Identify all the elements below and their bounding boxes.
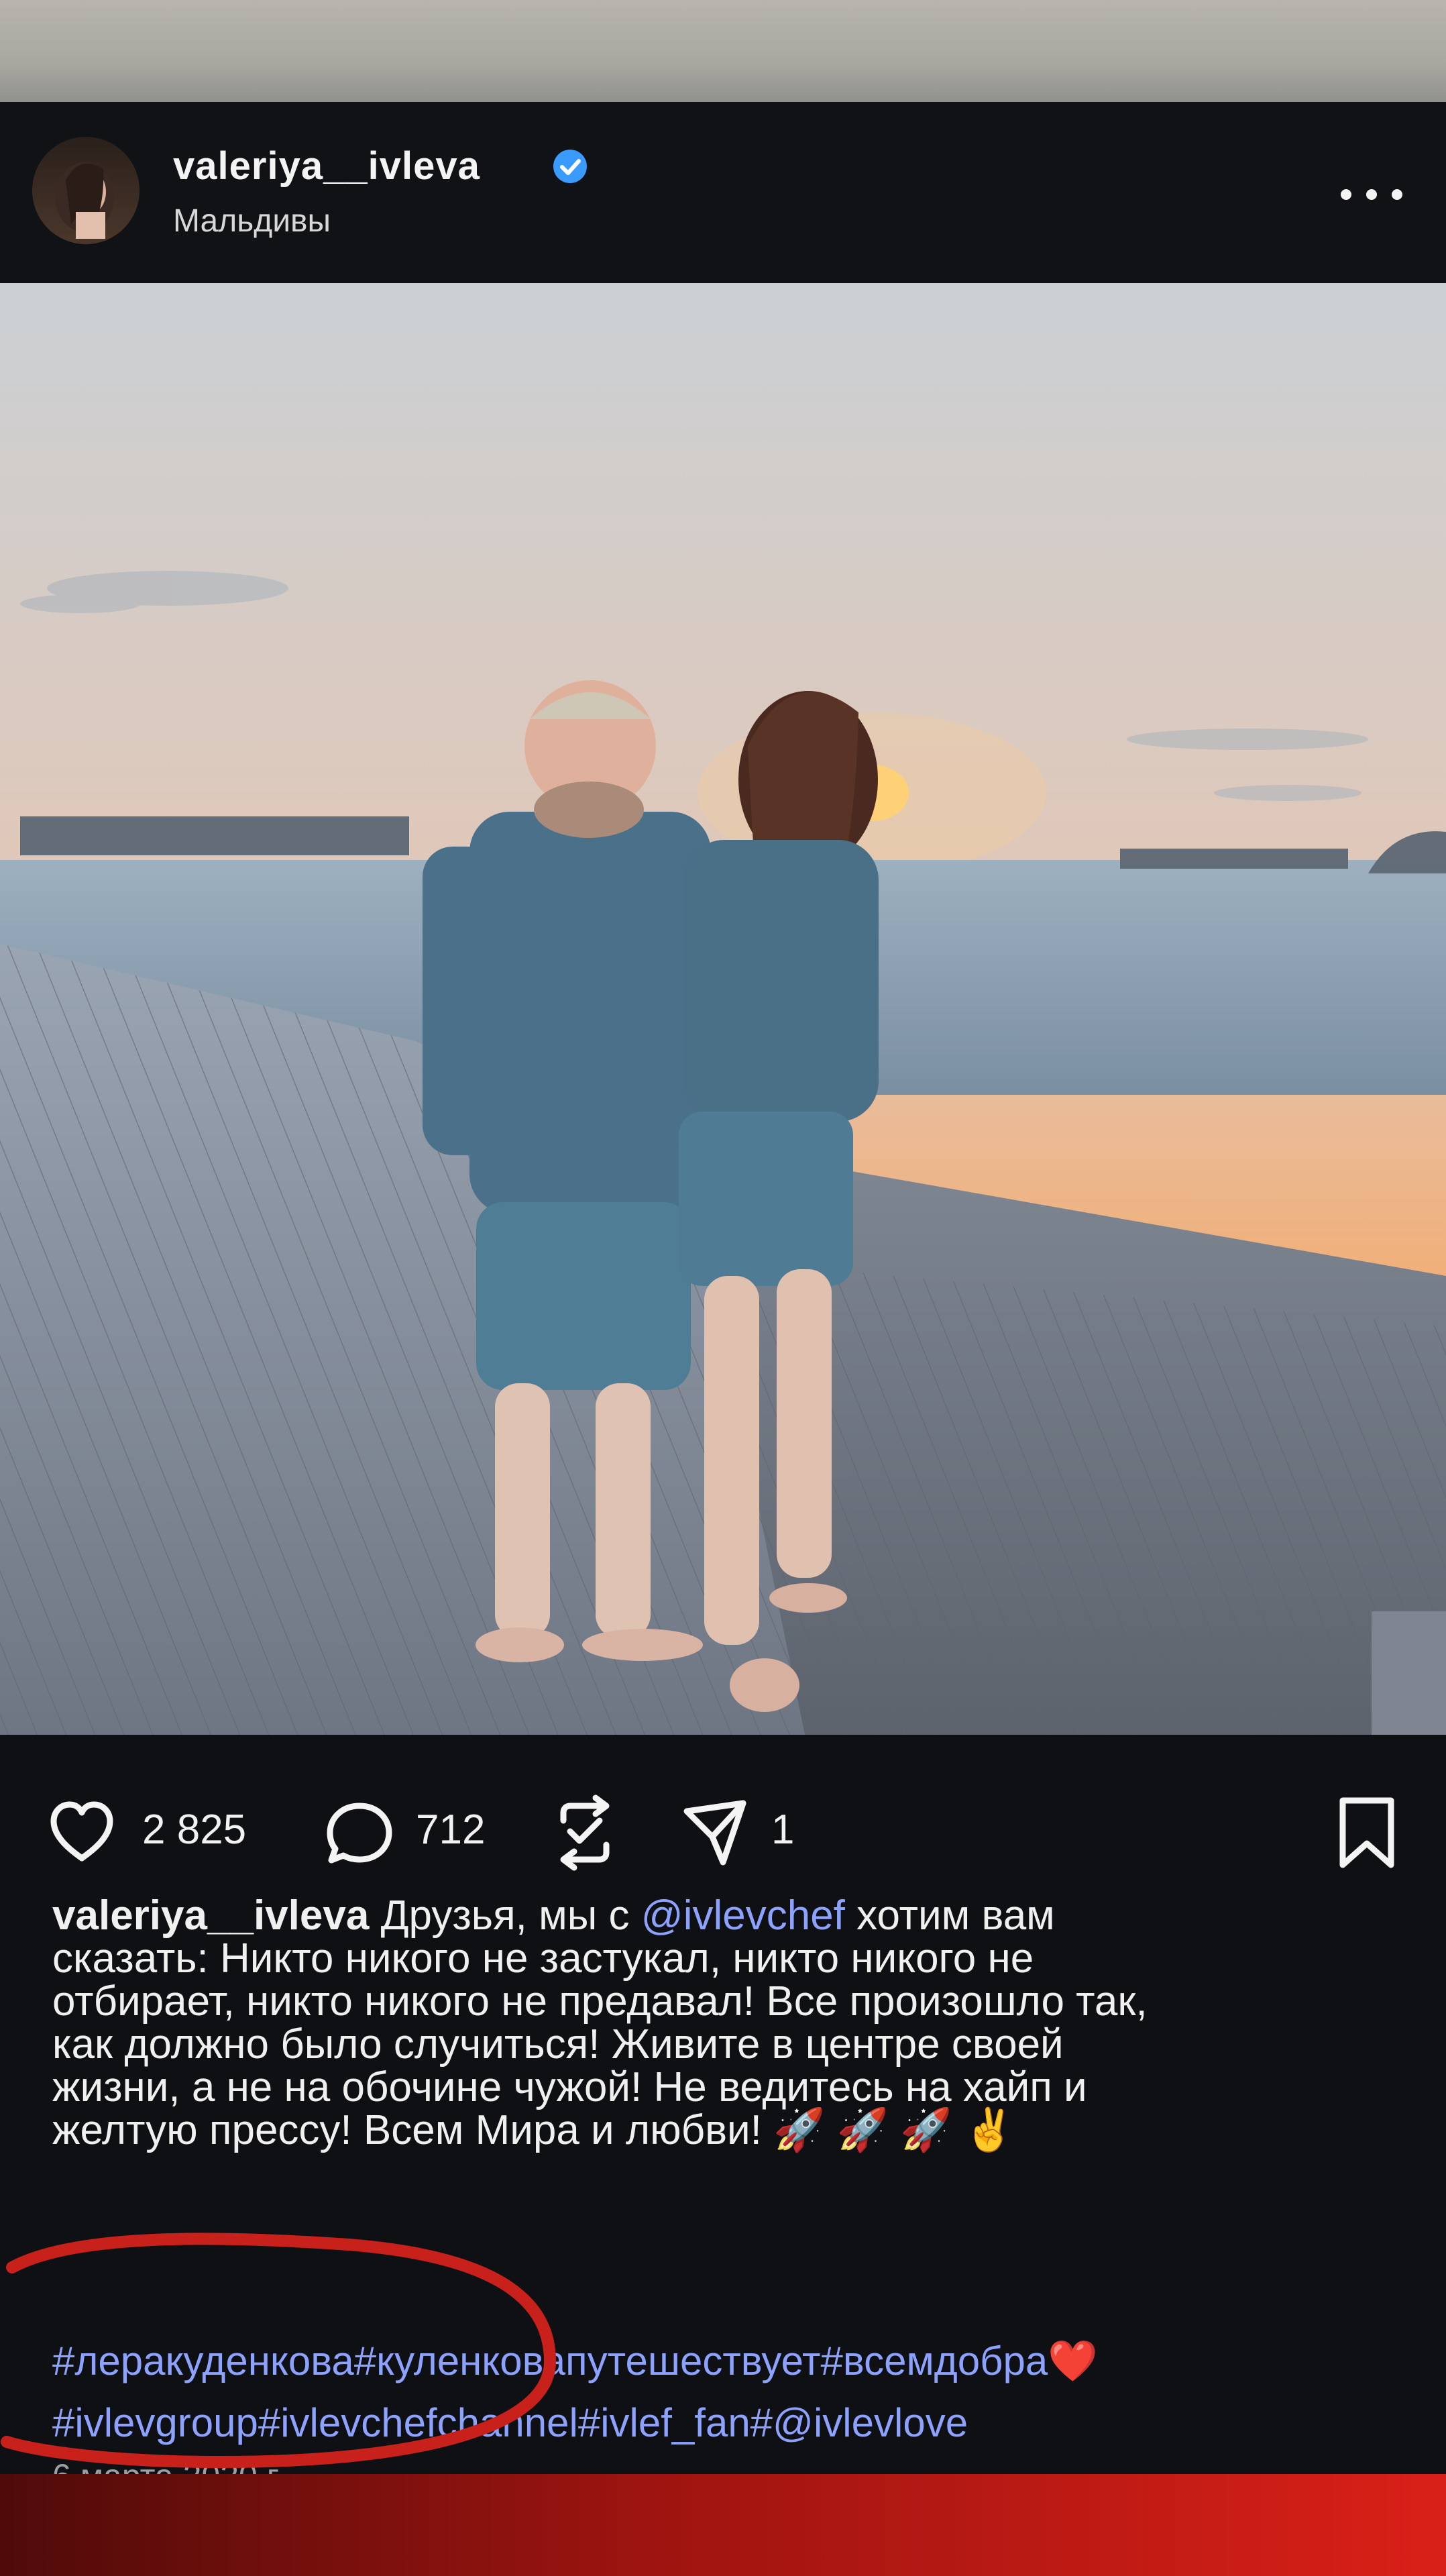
caption-username[interactable]: valeriya__ivleva [52,1892,369,1939]
caption-line-2: сказать: Никто никого не застукал, никто… [52,1935,1034,1982]
caption-line-6: желтую прессу! Всем Мира и любви! 🚀 🚀 🚀 … [52,2107,1015,2153]
post-photo[interactable] [0,283,1446,1735]
maldives-sunset-photo [0,283,1446,1735]
comment-icon[interactable] [319,1792,400,1873]
top-strip [0,0,1446,106]
hashtags-line-1[interactable]: #леракуденкова#куленковапутешествует#все… [52,2330,1427,2392]
post-header: valeriya__ivleva Мальдивы [0,102,1446,283]
hashtags-line-2[interactable]: #ivlevgroup#ivlevchefchannel#ivlef_fan#@… [52,2392,1427,2454]
avatar[interactable] [32,137,140,244]
hashtags: #леракуденкова#куленковапутешествует#все… [52,2330,1427,2454]
caption-line-4: как должно было случиться! Живите в цент… [52,2021,1064,2068]
post-caption: valeriya__ivleva Друзья, мы с @ivlevchef… [52,1894,1400,2152]
shares-count[interactable]: 1 [771,1806,794,1854]
repost-icon[interactable] [545,1792,625,1873]
comments-count[interactable]: 712 [416,1806,485,1854]
send-icon[interactable] [675,1792,755,1873]
heart-icon[interactable] [42,1792,122,1873]
verified-badge-icon [553,150,587,183]
more-icon[interactable] [1331,181,1412,208]
bottom-red-strip [0,2474,1446,2576]
avatar-image [32,137,140,244]
caption-line-3: отбирает, никто никого не предавал! Все … [52,1978,1148,2025]
post-card: valeriya__ivleva Мальдивы 2 825 712 1 va… [0,102,1446,2495]
caption-lead: Друзья, мы с [380,1892,630,1939]
caption-line1-tail: хотим вам [844,1892,1055,1939]
post-location[interactable]: Мальдивы [173,203,331,239]
post-actions: 2 825 712 1 [0,1759,1446,1886]
post-username[interactable]: valeriya__ivleva [173,144,480,189]
caption-line-5: жизни, а не на обочине чужой! Не ведитес… [52,2064,1087,2110]
caption-mention[interactable]: @ivlevchef [641,1892,845,1939]
bookmark-icon[interactable] [1327,1792,1407,1873]
likes-count[interactable]: 2 825 [142,1806,246,1854]
